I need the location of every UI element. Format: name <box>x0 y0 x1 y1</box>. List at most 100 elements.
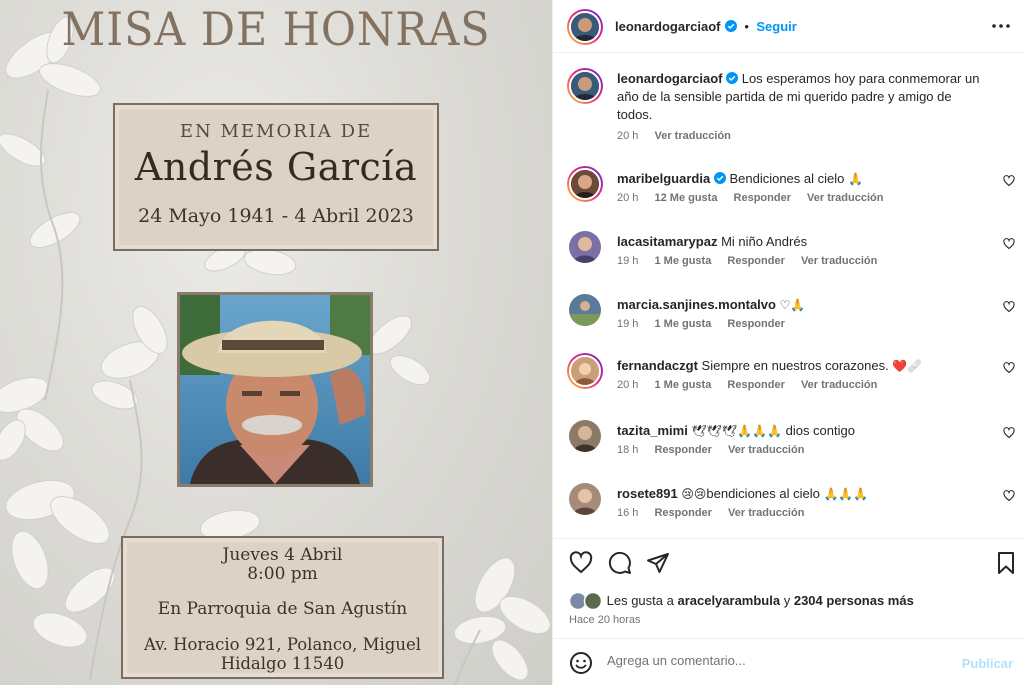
bookmark-icon[interactable] <box>994 551 1018 575</box>
comment-item: maribelguardia Bendiciones al cielo 🙏 20… <box>553 166 1024 216</box>
caption-translate-link[interactable]: Ver traducción <box>654 130 730 142</box>
reply-button[interactable]: Responder <box>727 255 784 267</box>
commenter-avatar[interactable] <box>567 353 603 389</box>
event-card: Jueves 4 Abril 8:00 pm En Parroquia de S… <box>121 536 444 679</box>
caption-text-block: leonardogarciaof Los esperamos hoy para … <box>617 70 987 124</box>
likes-prefix: Les gusta a <box>606 593 674 608</box>
post-timestamp[interactable]: Hace 20 horas <box>569 614 641 626</box>
verified-badge-icon <box>726 72 739 84</box>
comment-time[interactable]: 19 h <box>617 318 638 330</box>
heart-icon[interactable] <box>569 551 593 575</box>
commenter-avatar[interactable] <box>569 294 601 326</box>
comment-time[interactable]: 19 h <box>617 255 638 267</box>
commenter-username[interactable]: lacasitamarypaz <box>617 234 717 249</box>
comment-meta: 20 h 12 Me gusta Responder Ver traducció… <box>617 192 896 204</box>
translate-link[interactable]: Ver traducción <box>801 379 877 391</box>
commenter-username[interactable]: rosete891 <box>617 486 678 501</box>
liker-avatars <box>569 592 603 610</box>
comment-time[interactable]: 20 h <box>617 192 638 204</box>
comment-emoji-trailing: 🙏🙏🙏 <box>823 487 869 501</box>
event-time: 8:00 pm <box>247 564 318 584</box>
commenter-username[interactable]: marcia.sanjines.montalvo <box>617 297 776 312</box>
comment-like-heart-icon[interactable] <box>1003 427 1015 439</box>
caption-avatar[interactable] <box>567 68 603 104</box>
publish-button[interactable]: Publicar <box>962 656 1013 671</box>
reply-button[interactable]: Responder <box>727 379 784 391</box>
likes-connector: y <box>783 593 791 608</box>
commenter-username[interactable]: tazita_mimi <box>617 423 688 438</box>
comment-item: tazita_mimi 🕊🕊🕊🙏🙏🙏 dios contigo 18 h Res… <box>553 418 1024 468</box>
header-separator: • <box>744 19 749 34</box>
comment-meta: 18 h Responder Ver traducción <box>617 444 817 456</box>
liked-by-others[interactable]: 2304 personas más <box>794 593 914 608</box>
post-image[interactable]: MISA DE HONRAS EN MEMORIA DE Andrés Garc… <box>0 0 552 685</box>
memorial-label: EN MEMORIA DE <box>179 121 373 142</box>
commenter-username[interactable]: fernandaczgt <box>617 358 698 373</box>
comment-text-block: fernandaczgt Siempre en nuestros corazon… <box>617 357 987 375</box>
event-place: En Parroquia de San Agustín <box>157 599 408 619</box>
comment-text: bendiciones al cielo <box>706 486 820 501</box>
verified-badge-icon <box>724 20 737 32</box>
comment-input[interactable] <box>607 653 937 668</box>
comment-likes[interactable]: 1 Me gusta <box>654 379 711 391</box>
commenter-avatar[interactable] <box>569 483 601 515</box>
commenter-username[interactable]: maribelguardia <box>617 171 710 186</box>
caption-username[interactable]: leonardogarciaof <box>617 71 722 86</box>
comment-emoji: ❤️🩹 <box>892 359 923 373</box>
comment-text: dios contigo <box>785 423 855 438</box>
commenter-avatar[interactable] <box>569 420 601 452</box>
smiley-icon[interactable] <box>569 651 593 675</box>
translate-link[interactable]: Ver traducción <box>728 507 804 519</box>
more-horizontal-icon[interactable] <box>991 16 1011 36</box>
liked-by-user[interactable]: aracelyarambula <box>677 593 780 608</box>
add-comment-bar: Publicar <box>553 638 1024 685</box>
author-username[interactable]: leonardogarciaof <box>615 19 720 34</box>
commenter-avatar[interactable] <box>569 231 601 263</box>
comment-item: marcia.sanjines.montalvo ♡🙏 19 h 1 Me gu… <box>553 292 1024 342</box>
comment-like-heart-icon[interactable] <box>1003 175 1015 187</box>
send-icon[interactable] <box>646 551 670 575</box>
comment-like-heart-icon[interactable] <box>1003 490 1015 502</box>
comment-likes[interactable]: 1 Me gusta <box>654 318 711 330</box>
translate-link[interactable]: Ver traducción <box>807 192 883 204</box>
comment-like-heart-icon[interactable] <box>1003 362 1015 374</box>
misa-title: MISA DE HONRAS <box>61 2 491 56</box>
comment-meta: 19 h 1 Me gusta Responder <box>617 318 798 330</box>
comment-text-block: lacasitamarypaz Mi niño Andrés <box>617 233 987 251</box>
post-actions: Les gusta a aracelyarambula y 2304 perso… <box>553 538 1024 638</box>
comment-icon[interactable] <box>608 551 632 575</box>
comment-like-heart-icon[interactable] <box>1003 238 1015 250</box>
comment-meta: 16 h Responder Ver traducción <box>617 507 817 519</box>
comment-emoji: 😢😢 <box>681 487 707 501</box>
comment-time[interactable]: 16 h <box>617 507 638 519</box>
comment-time[interactable]: 20 h <box>617 379 638 391</box>
comment-text-block: tazita_mimi 🕊🕊🕊🙏🙏🙏 dios contigo <box>617 422 987 440</box>
memorial-name: Andrés García <box>134 145 418 189</box>
translate-link[interactable]: Ver traducción <box>801 255 877 267</box>
reply-button[interactable]: Responder <box>734 192 791 204</box>
comment-likes[interactable]: 12 Me gusta <box>654 192 717 204</box>
translate-link[interactable]: Ver traducción <box>728 444 804 456</box>
reply-button[interactable]: Responder <box>727 318 784 330</box>
verified-badge-icon <box>713 172 726 184</box>
comment-text-block: rosete891 😢😢bendiciones al cielo 🙏🙏🙏 <box>617 485 987 503</box>
post-header: leonardogarciaof • Seguir <box>553 0 1024 53</box>
comment-emoji: ♡🙏 <box>779 298 806 312</box>
comment-text: Siempre en nuestros corazones. <box>701 358 889 373</box>
reply-button[interactable]: Responder <box>654 507 711 519</box>
comment-item: lacasitamarypaz Mi niño Andrés 19 h 1 Me… <box>553 229 1024 279</box>
comment-text: Mi niño Andrés <box>721 234 808 249</box>
reply-button[interactable]: Responder <box>654 444 711 456</box>
comment-like-heart-icon[interactable] <box>1003 301 1015 313</box>
follow-button[interactable]: Seguir <box>756 19 796 34</box>
author-avatar[interactable] <box>567 9 603 45</box>
event-address-line-1: Av. Horacio 921, Polanco, Miguel <box>143 635 421 654</box>
caption-meta: 20 h Ver traducción <box>617 130 744 142</box>
commenter-avatar[interactable] <box>567 166 603 202</box>
comment-text-block: maribelguardia Bendiciones al cielo 🙏 <box>617 170 987 188</box>
comment-time[interactable]: 18 h <box>617 444 638 456</box>
caption-time[interactable]: 20 h <box>617 130 638 142</box>
comment-likes[interactable]: 1 Me gusta <box>654 255 711 267</box>
comment-meta: 20 h 1 Me gusta Responder Ver traducción <box>617 379 890 391</box>
comment-item: rosete891 😢😢bendiciones al cielo 🙏🙏🙏 16 … <box>553 481 1024 531</box>
